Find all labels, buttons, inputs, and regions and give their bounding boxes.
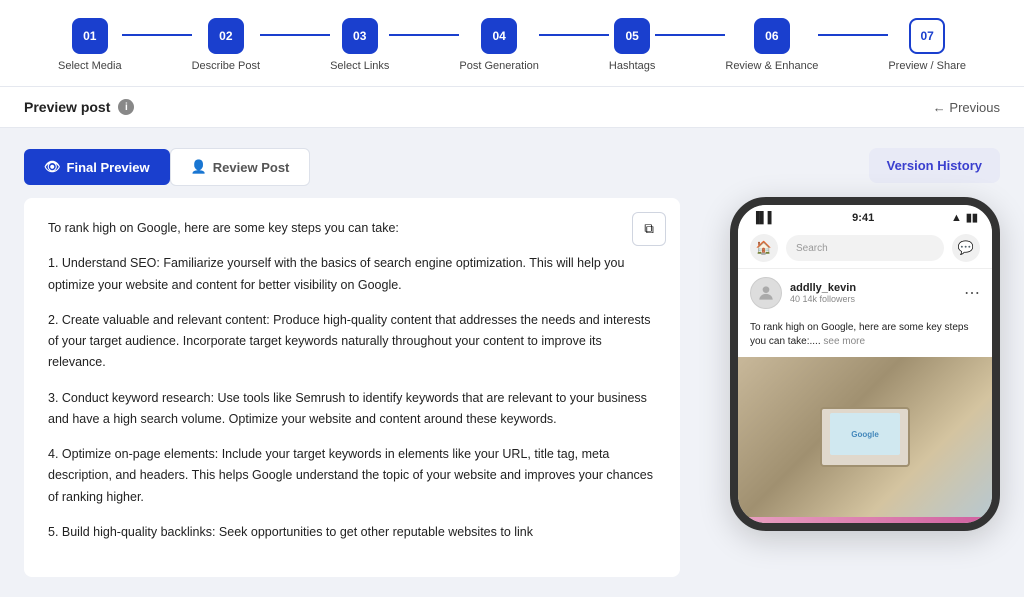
- step-5[interactable]: 05 Hashtags: [609, 18, 655, 72]
- laptop-screen: Google: [830, 413, 900, 455]
- previous-button[interactable]: ← Previous: [933, 100, 1000, 115]
- content-card: ⧉ To rank high on Google, here are some …: [24, 198, 680, 577]
- content-paragraph-5: 5. Build high-quality backlinks: Seek op…: [48, 522, 656, 543]
- content-paragraph-1: 1. Understand SEO: Familiarize yourself …: [48, 253, 656, 296]
- preview-post-label: Preview post: [24, 99, 110, 115]
- message-nav-icon[interactable]: 💬: [952, 234, 980, 262]
- content-text: To rank high on Google, here are some ke…: [48, 218, 656, 543]
- phone-status-icons: ▲ ▮▮: [951, 211, 978, 224]
- phone-time: 9:41: [852, 212, 874, 224]
- phone-avatar: [750, 277, 782, 309]
- step-label-5: Hashtags: [609, 60, 655, 72]
- step-7[interactable]: 07 Preview / Share: [888, 18, 966, 72]
- user-icon: 👤: [191, 159, 207, 175]
- phone-bottom-border: [738, 517, 992, 523]
- laptop-shape: Google: [820, 407, 910, 467]
- preview-bar: Preview post i ← Previous: [0, 87, 1024, 128]
- step-line-2: [260, 34, 330, 36]
- right-panel: Version History ▐▌▌ 9:41 ▲ ▮▮ 🏠 Search 💬: [700, 148, 1000, 577]
- final-preview-label: Final Preview: [67, 160, 150, 175]
- content-paragraph-0: To rank high on Google, here are some ke…: [48, 218, 656, 239]
- review-post-label: Review Post: [213, 160, 290, 175]
- step-6[interactable]: 06 Review & Enhance: [725, 18, 818, 72]
- content-paragraph-2: 2. Create valuable and relevant content:…: [48, 310, 656, 374]
- tabs-row: 👁 Final Preview 👤 Review Post: [24, 148, 680, 186]
- stepper-bar: 01 Select Media 02 Describe Post 03 Sele…: [0, 0, 1024, 87]
- step-circle-4: 04: [481, 18, 517, 54]
- step-label-6: Review & Enhance: [725, 60, 818, 72]
- phone-username: addlly_kevin: [790, 282, 856, 294]
- step-1[interactable]: 01 Select Media: [58, 18, 122, 72]
- content-paragraph-4: 4. Optimize on-page elements: Include yo…: [48, 444, 656, 508]
- step-circle-7: 07: [909, 18, 945, 54]
- step-label-3: Select Links: [330, 60, 389, 72]
- step-label-1: Select Media: [58, 60, 122, 72]
- step-label-4: Post Generation: [459, 60, 539, 72]
- step-2[interactable]: 02 Describe Post: [192, 18, 260, 72]
- step-circle-2: 02: [208, 18, 244, 54]
- step-label-7: Preview / Share: [888, 60, 966, 72]
- home-nav-icon[interactable]: 🏠: [750, 234, 778, 262]
- step-line-3: [389, 34, 459, 36]
- phone-user-info: addlly_kevin 40 14k followers: [790, 282, 856, 304]
- step-circle-6: 06: [754, 18, 790, 54]
- preview-bar-left: Preview post i: [24, 99, 134, 115]
- phone-post-image: Google: [738, 357, 992, 517]
- step-circle-5: 05: [614, 18, 650, 54]
- phone-image-overlay: Google: [738, 357, 992, 517]
- see-more-link[interactable]: see more: [823, 336, 865, 347]
- wifi-icon: ▲: [951, 212, 962, 224]
- phone-nav-bar: 🏠 Search 💬: [738, 228, 992, 269]
- main-area: 👁 Final Preview 👤 Review Post ⧉ To rank …: [0, 128, 1024, 597]
- version-history-button[interactable]: Version History: [869, 148, 1000, 183]
- search-placeholder: Search: [796, 243, 828, 254]
- step-line-4: [539, 34, 609, 36]
- eye-icon: 👁: [44, 159, 61, 175]
- step-line-5: [655, 34, 725, 36]
- step-line-6: [818, 34, 888, 36]
- phone-followers: 40 14k followers: [790, 294, 856, 304]
- step-circle-3: 03: [342, 18, 378, 54]
- phone-more-icon[interactable]: ⋯: [964, 283, 980, 303]
- step-4[interactable]: 04 Post Generation: [459, 18, 539, 72]
- phone-status-bar: ▐▌▌ 9:41 ▲ ▮▮: [738, 205, 992, 228]
- step-label-2: Describe Post: [192, 60, 260, 72]
- info-icon: i: [118, 99, 134, 115]
- stepper: 01 Select Media 02 Describe Post 03 Sele…: [40, 18, 984, 72]
- phone-mockup: ▐▌▌ 9:41 ▲ ▮▮ 🏠 Search 💬: [730, 197, 1000, 531]
- phone-signal-icon: ▐▌▌: [752, 212, 775, 224]
- step-circle-1: 01: [72, 18, 108, 54]
- battery-icon: ▮▮: [966, 211, 978, 224]
- phone-search-bar: Search: [786, 235, 944, 261]
- step-line-1: [122, 34, 192, 36]
- copy-icon: ⧉: [644, 221, 654, 237]
- tab-final-preview[interactable]: 👁 Final Preview: [24, 149, 170, 185]
- content-paragraph-3: 3. Conduct keyword research: Use tools l…: [48, 388, 656, 431]
- step-3[interactable]: 03 Select Links: [330, 18, 389, 72]
- left-panel: 👁 Final Preview 👤 Review Post ⧉ To rank …: [24, 148, 680, 577]
- phone-post-header: addlly_kevin 40 14k followers ⋯: [738, 269, 992, 317]
- tab-review-post[interactable]: 👤 Review Post: [170, 148, 311, 186]
- phone-caption: To rank high on Google, here are some ke…: [738, 317, 992, 357]
- copy-button[interactable]: ⧉: [632, 212, 666, 246]
